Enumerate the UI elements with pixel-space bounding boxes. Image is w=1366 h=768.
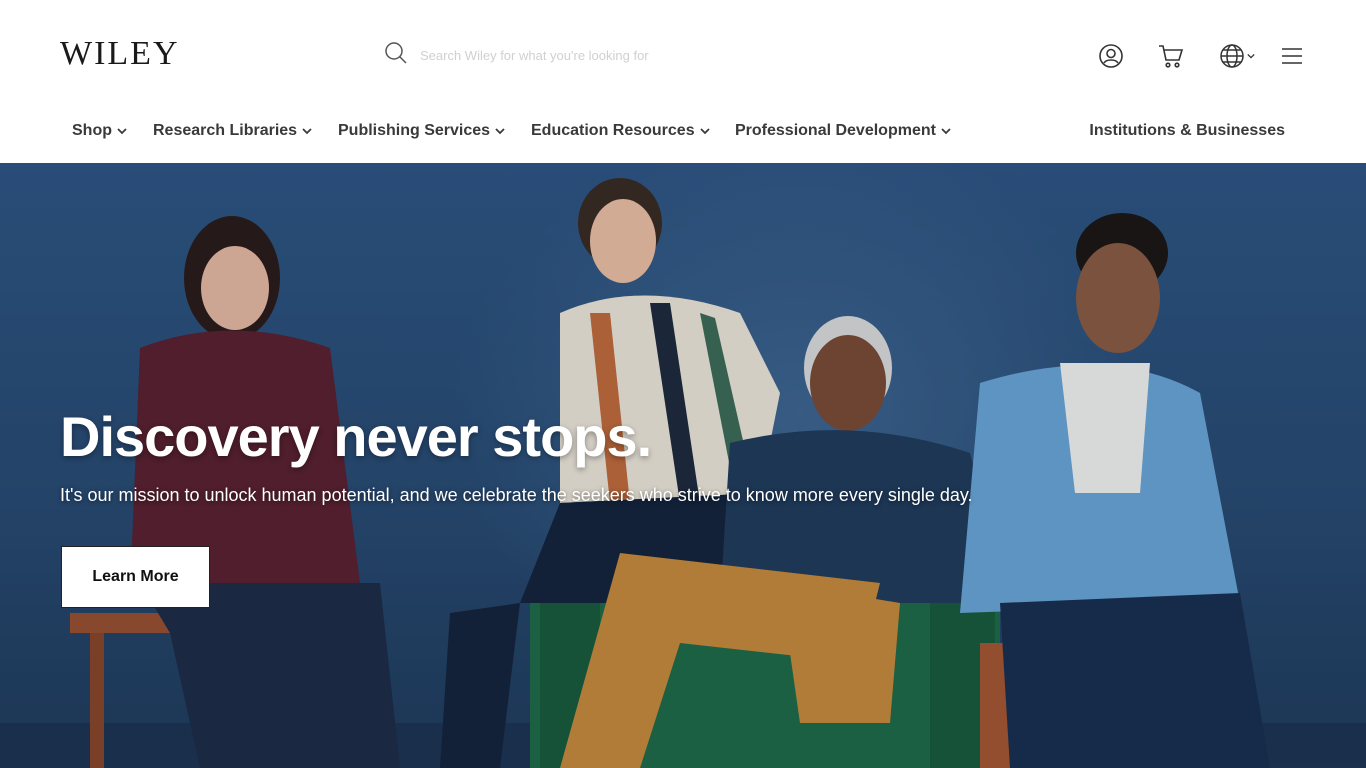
chevron-down-icon: [117, 128, 127, 135]
nav-item-label: Publishing Services: [338, 122, 491, 139]
globe-icon[interactable]: [1219, 42, 1255, 70]
main-nav: Shop Research Libraries Publishing Servi…: [0, 117, 1366, 147]
nav-item-publishing-services[interactable]: Publishing Services: [338, 117, 505, 145]
chevron-down-icon: [1247, 53, 1255, 59]
institutions-businesses-link[interactable]: Institutions & Businesses: [1089, 117, 1285, 145]
account-icon[interactable]: [1098, 42, 1124, 70]
nav-item-label: Shop: [72, 122, 112, 139]
cart-icon[interactable]: [1158, 42, 1184, 70]
nav-item-education-resources[interactable]: Education Resources: [531, 117, 710, 145]
chevron-down-icon: [941, 128, 951, 135]
nav-item-shop[interactable]: Shop: [72, 117, 127, 145]
hero-banner: Discovery never stops. It's our mission …: [0, 163, 1366, 768]
learn-more-button[interactable]: Learn More: [61, 546, 210, 608]
nav-item-label: Professional Development: [735, 122, 936, 139]
nav-item-research-libraries[interactable]: Research Libraries: [153, 117, 312, 145]
nav-item-label: Education Resources: [531, 122, 695, 139]
nav-item-professional-development[interactable]: Professional Development: [735, 117, 951, 145]
hero-title: Discovery never stops.: [60, 405, 652, 468]
search-bar[interactable]: [384, 40, 1024, 70]
site-header: WILEY Search Wiley for what you're looki…: [0, 0, 1366, 163]
menu-icon[interactable]: [1281, 42, 1303, 70]
nav-item-label: Research Libraries: [153, 122, 298, 139]
wiley-logo[interactable]: WILEY: [60, 34, 180, 74]
chevron-down-icon: [302, 128, 312, 135]
chevron-down-icon: [495, 128, 505, 135]
search-icon[interactable]: [384, 41, 408, 70]
search-input[interactable]: [418, 46, 982, 64]
chevron-down-icon: [699, 128, 710, 135]
hero-subtitle: It's our mission to unlock human potenti…: [60, 485, 973, 505]
